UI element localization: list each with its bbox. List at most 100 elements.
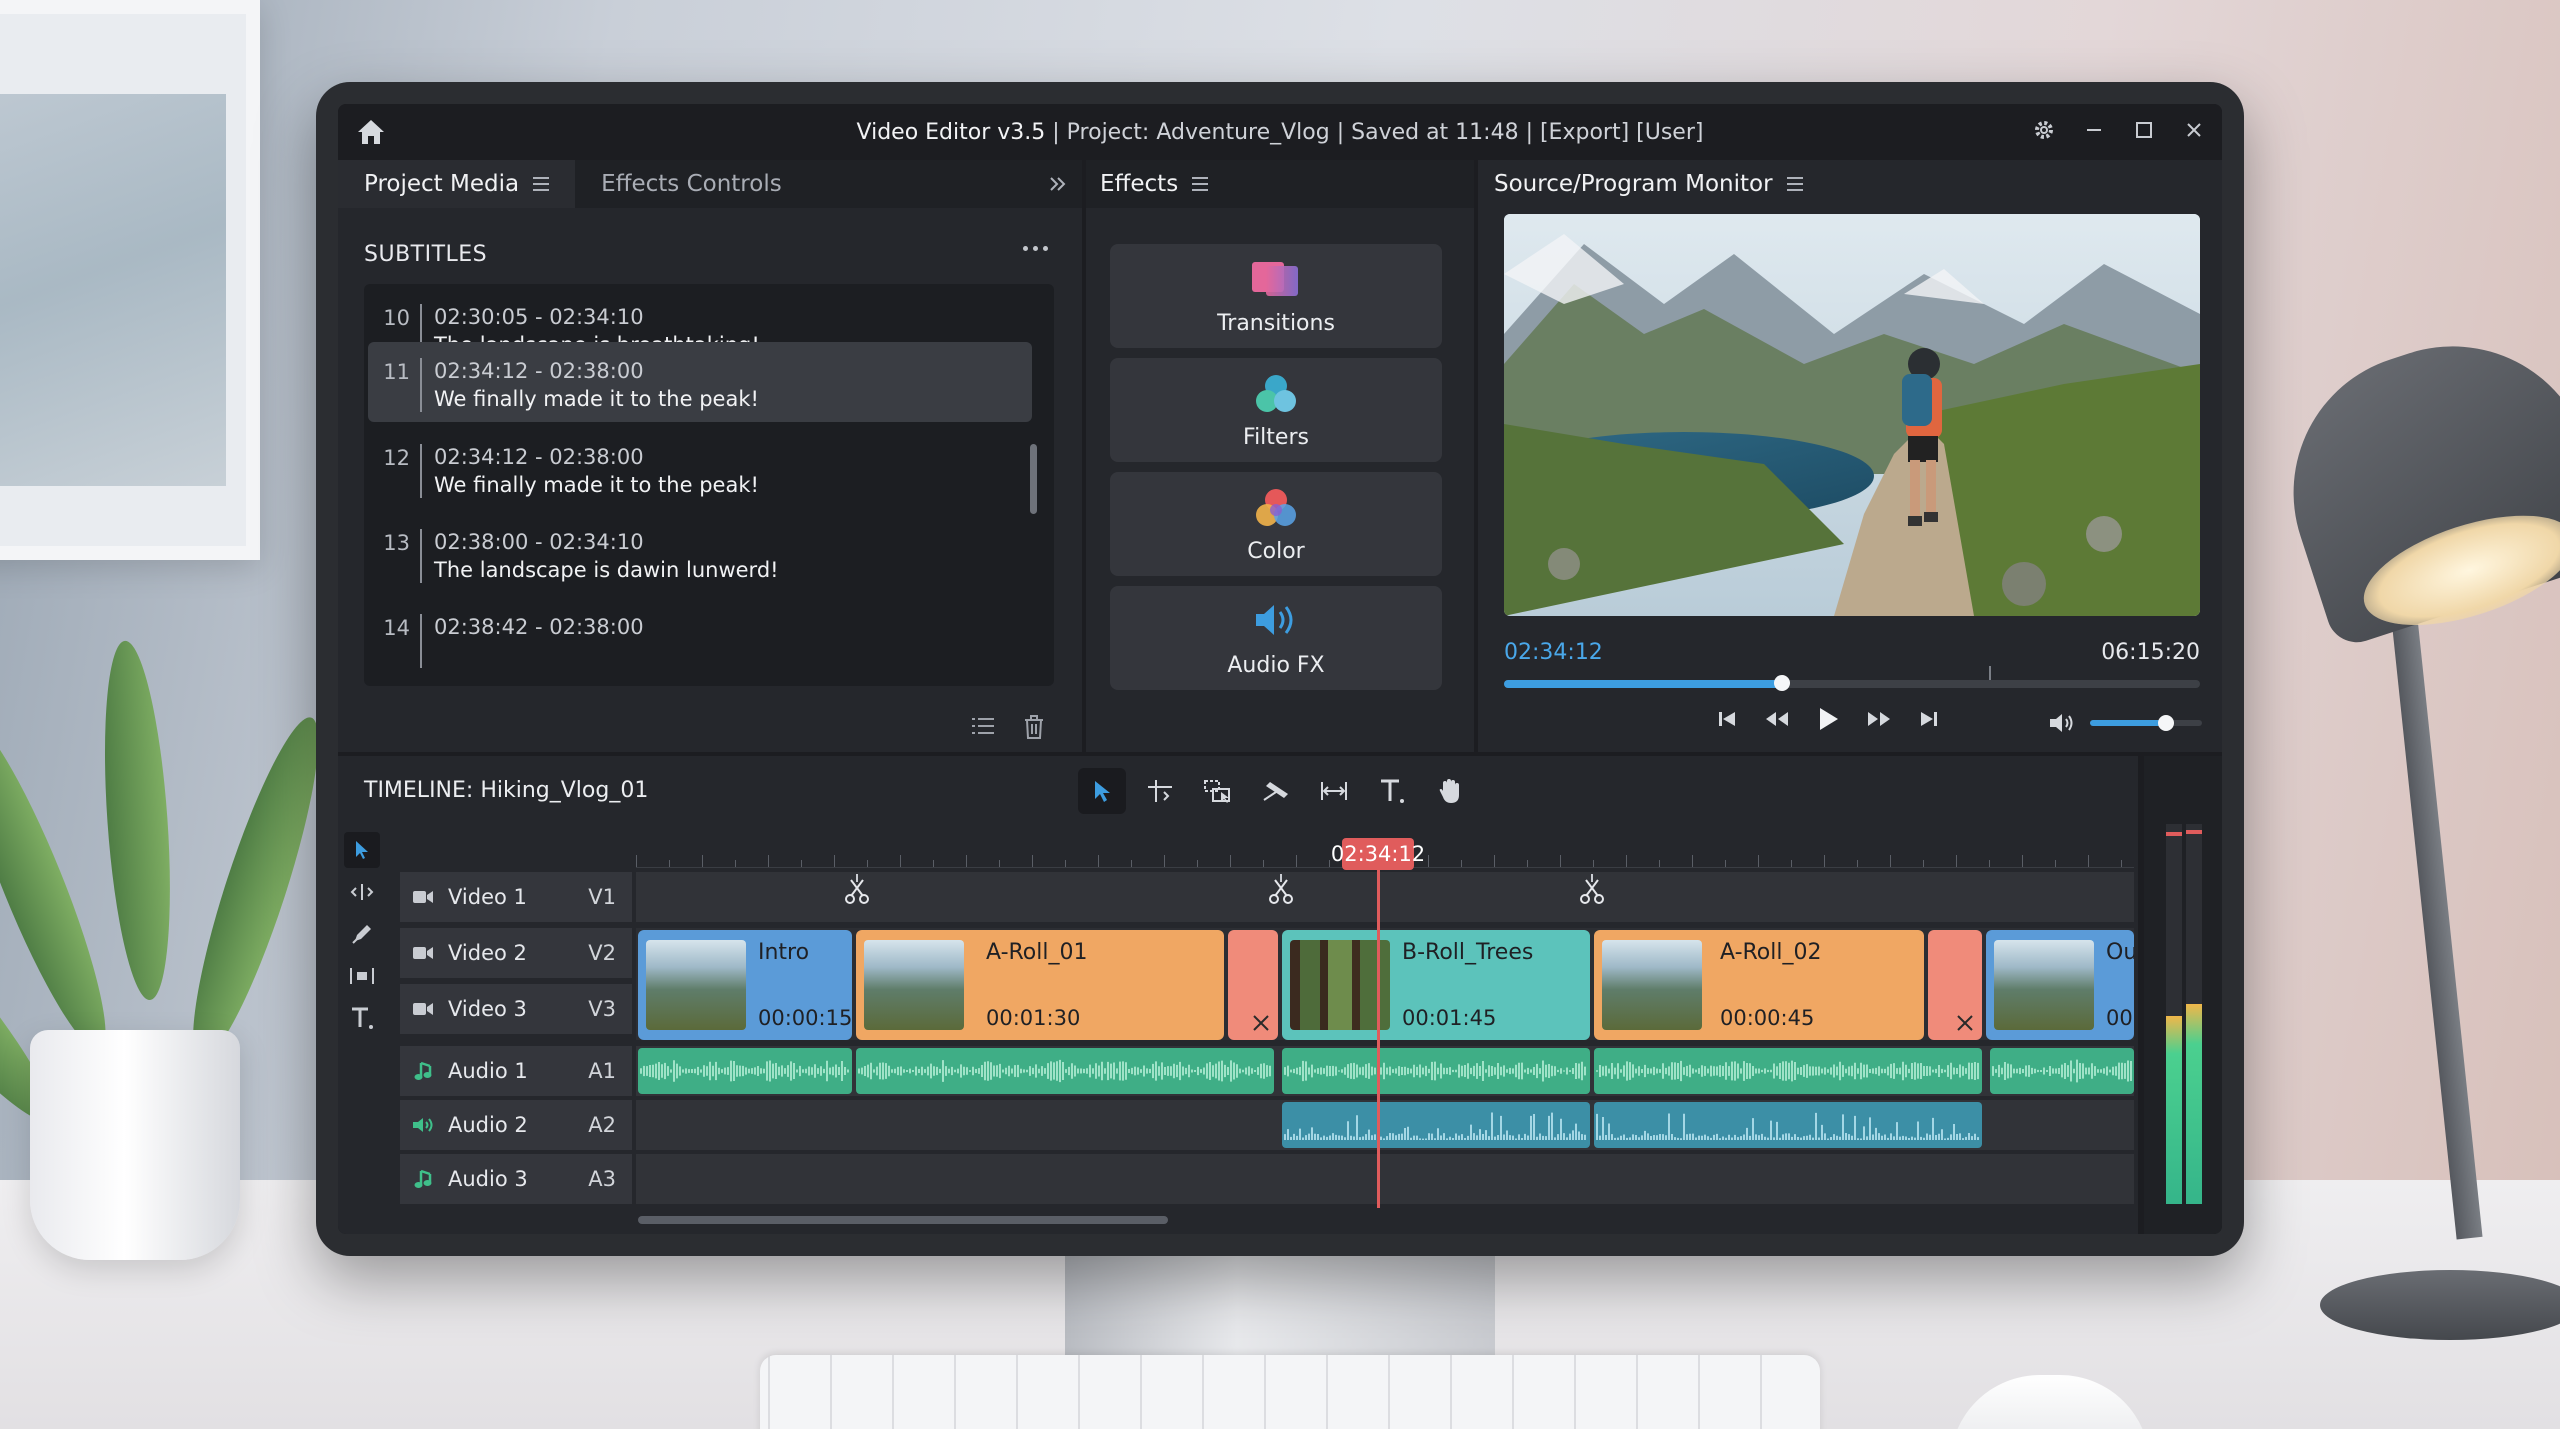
panel-overflow-chevrons-icon[interactable] <box>1048 175 1068 193</box>
subtitle-item[interactable]: 14 02:38:42 - 02:38:00 <box>364 598 1034 678</box>
close-icon[interactable] <box>2180 116 2208 144</box>
cut-marker-scissors-icon[interactable] <box>844 874 870 904</box>
track-header-audio-2[interactable]: Audio 2 A2 <box>400 1100 632 1150</box>
list-options-icon[interactable] <box>970 714 996 738</box>
pen-tool-icon[interactable] <box>344 916 380 952</box>
slip-tool-icon[interactable] <box>1310 768 1358 814</box>
timeline-horizontal-scrollbar[interactable] <box>638 1216 1168 1224</box>
fit-width-tool-icon[interactable] <box>344 958 380 994</box>
ruler-tick <box>1692 855 1693 867</box>
cut-marker-scissors-icon[interactable] <box>1268 874 1294 904</box>
meter-peak <box>2166 832 2182 836</box>
ruler-tick <box>1956 855 1957 867</box>
hand-tool-icon[interactable] <box>1426 768 1474 814</box>
monitor-header: Source/Program Monitor <box>1478 160 2222 208</box>
tab-effects[interactable]: Effects <box>1086 160 1234 208</box>
tab-effects-controls[interactable]: Effects Controls <box>575 160 808 208</box>
ruler-tick <box>834 855 835 867</box>
track-select-tool-icon[interactable] <box>1194 768 1242 814</box>
clip-b-roll-trees[interactable]: B-Roll_Trees 00:01:45 <box>1282 930 1590 1040</box>
fast-forward-icon[interactable] <box>1866 708 1892 730</box>
play-icon[interactable] <box>1816 706 1840 732</box>
tab-source-program-monitor[interactable]: Source/Program Monitor <box>1478 160 1829 208</box>
progress-marker <box>1989 666 1991 680</box>
subtitle-item[interactable]: 12 02:34:12 - 02:38:00 We finally made i… <box>364 428 1034 508</box>
volume-fill <box>2090 720 2167 726</box>
ruler-tick <box>1791 860 1792 867</box>
maximize-icon[interactable] <box>2130 116 2158 144</box>
volume-slider[interactable] <box>2090 715 2202 731</box>
video-preview[interactable] <box>1504 214 2200 616</box>
ruler-tick <box>1560 855 1561 867</box>
subtitle-index: 12 <box>383 446 410 470</box>
remove-transition-icon[interactable] <box>1252 1014 1270 1032</box>
ruler-tick <box>735 860 736 867</box>
cut-marker-scissors-icon[interactable] <box>1579 874 1605 904</box>
transition-clip[interactable] <box>1228 930 1278 1040</box>
track-header-audio-3[interactable]: Audio 3 A3 <box>400 1154 632 1204</box>
video-camera-icon <box>412 998 434 1020</box>
text-tool-icon[interactable] <box>1368 768 1416 814</box>
tab-project-media[interactable]: Project Media <box>338 160 576 208</box>
side-split-tool-icon[interactable] <box>344 874 380 910</box>
selection-tool-icon[interactable] <box>1078 768 1126 814</box>
audio-clip[interactable] <box>1282 1048 1590 1094</box>
playback-progress-bar[interactable] <box>1504 666 2200 691</box>
speaker-icon <box>412 1114 434 1136</box>
clip-outro[interactable]: Ou 00 <box>1986 930 2134 1040</box>
ruler-tick <box>2055 860 2056 867</box>
transition-clip[interactable] <box>1928 930 1982 1040</box>
ruler-tick <box>1164 855 1165 867</box>
subtitle-index: 11 <box>383 360 410 384</box>
ruler-tick <box>1296 855 1297 867</box>
audio-2-clip[interactable] <box>1594 1102 1982 1148</box>
ruler-tick <box>669 860 670 867</box>
playhead[interactable] <box>1377 868 1380 1208</box>
panel-menu-icon[interactable] <box>1192 177 1209 191</box>
track-header-video-1[interactable]: Video 1 V1 <box>400 872 632 922</box>
track-header-video-2[interactable]: Video 2 V2 <box>400 928 632 978</box>
panel-menu-icon[interactable] <box>1786 177 1803 191</box>
desk-lamp-arm <box>2383 540 2483 1240</box>
progress-handle[interactable] <box>1774 675 1791 691</box>
trash-icon[interactable] <box>1022 714 1046 740</box>
subtitle-item-selected[interactable]: 11 02:34:12 - 02:38:00 We finally made i… <box>368 342 1032 422</box>
audio-clip[interactable] <box>638 1048 852 1094</box>
side-selection-tool-icon[interactable] <box>344 832 380 868</box>
track-header-video-3[interactable]: Video 3 V3 <box>400 984 632 1034</box>
minimize-icon[interactable] <box>2080 116 2108 144</box>
remove-transition-icon[interactable] <box>1956 1014 1974 1032</box>
color-label: Color <box>1247 539 1305 564</box>
subtitle-time: 02:38:00 - 02:34:10 <box>434 530 644 554</box>
clip-intro[interactable]: Intro 00:00:15 <box>638 930 852 1040</box>
side-text-tool-icon[interactable] <box>344 1000 380 1036</box>
track-name: Video 2 <box>448 941 527 965</box>
subtitles-scrollbar[interactable] <box>1030 444 1037 514</box>
subtitle-item[interactable]: 13 02:38:00 - 02:34:10 The landscape is … <box>364 513 1034 593</box>
audio-waveform <box>1282 1102 1590 1148</box>
skip-to-end-icon[interactable] <box>1918 708 1940 730</box>
audio-clip[interactable] <box>1594 1048 1982 1094</box>
clip-a-roll-01[interactable]: A-Roll_01 00:01:30 <box>856 930 1224 1040</box>
audio-meter-left <box>2166 824 2182 1204</box>
audio-clip[interactable] <box>1990 1048 2134 1094</box>
transitions-button[interactable]: Transitions <box>1110 244 1442 348</box>
color-button[interactable]: Color <box>1110 472 1442 576</box>
volume-icon[interactable] <box>2048 711 2076 735</box>
playhead-timecode[interactable]: 02:34:12 <box>1331 838 1425 870</box>
filters-button[interactable]: Filters <box>1110 358 1442 462</box>
rewind-icon[interactable] <box>1764 708 1790 730</box>
settings-gear-icon[interactable] <box>2030 116 2058 144</box>
razor-tool-icon[interactable] <box>1252 768 1300 814</box>
ripple-edit-tool-icon[interactable] <box>1136 768 1184 814</box>
volume-handle[interactable] <box>2158 715 2175 731</box>
audio-2-clip[interactable] <box>1282 1102 1590 1148</box>
audio-fx-button[interactable]: Audio FX <box>1110 586 1442 690</box>
clip-a-roll-02[interactable]: A-Roll_02 00:00:45 <box>1594 930 1924 1040</box>
skip-to-start-icon[interactable] <box>1716 708 1738 730</box>
more-options-icon[interactable] <box>1023 246 1048 251</box>
panel-menu-icon[interactable] <box>533 177 550 191</box>
audio-clip[interactable] <box>856 1048 1274 1094</box>
audio-3-lane[interactable] <box>636 1154 2134 1204</box>
track-header-audio-1[interactable]: Audio 1 A1 <box>400 1046 632 1096</box>
